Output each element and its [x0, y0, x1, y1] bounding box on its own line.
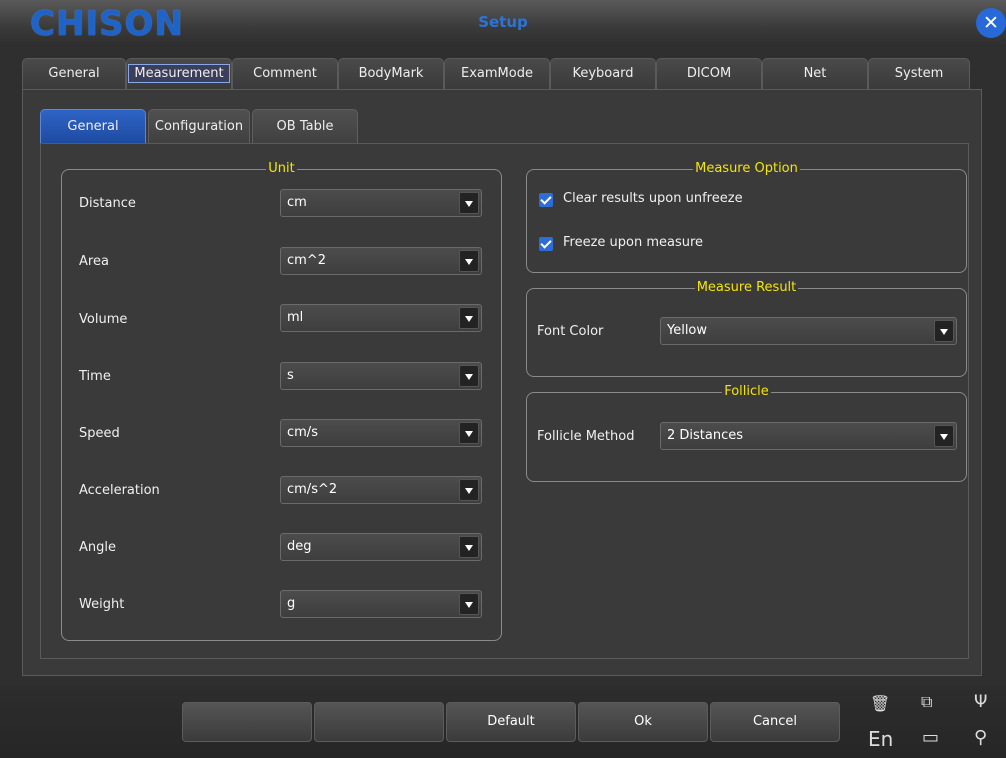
tab-measurement[interactable]: Measurement: [126, 58, 232, 89]
chevron-down-icon: [459, 479, 479, 501]
speed-select[interactable]: cm/s: [280, 419, 482, 447]
freeze-upon-measure-checkbox[interactable]: [539, 237, 553, 251]
font-color-select[interactable]: Yellow: [660, 317, 957, 345]
volume-label: Volume: [79, 312, 128, 327]
language-indicator[interactable]: En: [868, 727, 893, 751]
follicle-method-label: Follicle Method: [537, 429, 635, 444]
tab-keyboard[interactable]: Keyboard: [550, 58, 656, 89]
network-icon[interactable]: ⧉: [921, 692, 932, 712]
area-label: Area: [79, 254, 109, 269]
follicle-title: Follicle: [722, 384, 771, 399]
tab-net[interactable]: Net: [762, 58, 868, 89]
speed-label: Speed: [79, 426, 120, 441]
unit-group: Unit Distance cm Area cm^2 Volume ml Tim…: [61, 161, 502, 641]
tab-general[interactable]: General: [22, 58, 126, 89]
subtab-configuration[interactable]: Configuration: [148, 109, 250, 144]
angle-select[interactable]: deg: [280, 533, 482, 561]
close-icon: ✕: [983, 12, 999, 34]
acceleration-select[interactable]: cm/s^2: [280, 476, 482, 504]
chevron-down-icon: [459, 192, 479, 214]
window-title: Setup: [478, 13, 528, 31]
cancel-button[interactable]: Cancel: [710, 702, 840, 742]
measure-option-group: Measure Option Clear results upon unfree…: [526, 161, 967, 273]
tab-system[interactable]: System: [868, 58, 970, 89]
unit-group-title: Unit: [266, 161, 297, 176]
blank-button-2[interactable]: [314, 702, 444, 742]
chevron-down-icon: [459, 250, 479, 272]
title-bar: CHISON Setup ✕: [0, 0, 1006, 46]
time-select[interactable]: s: [280, 362, 482, 390]
default-button[interactable]: Default: [446, 702, 576, 742]
angle-label: Angle: [79, 540, 116, 555]
distance-select[interactable]: cm: [280, 189, 482, 217]
distance-label: Distance: [79, 196, 136, 211]
area-select[interactable]: cm^2: [280, 247, 482, 275]
general-subpanel: Unit Distance cm Area cm^2 Volume ml Tim…: [40, 143, 969, 659]
chevron-down-icon: [934, 320, 954, 342]
clear-results-checkbox[interactable]: [539, 193, 553, 207]
power-plug-icon[interactable]: ⚲: [974, 727, 987, 748]
chevron-down-icon: [934, 425, 954, 447]
printer-icon[interactable]: ▭: [922, 727, 939, 748]
weight-select[interactable]: g: [280, 590, 482, 618]
measure-result-title: Measure Result: [694, 280, 799, 295]
clear-results-label: Clear results upon unfreeze: [563, 191, 743, 206]
follicle-group: Follicle Follicle Method 2 Distances: [526, 384, 967, 482]
tab-comment[interactable]: Comment: [232, 58, 338, 89]
chevron-down-icon: [459, 307, 479, 329]
tab-bodymark[interactable]: BodyMark: [338, 58, 444, 89]
blank-button-1[interactable]: [182, 702, 312, 742]
time-label: Time: [79, 369, 111, 384]
freeze-upon-measure-label: Freeze upon measure: [563, 235, 704, 250]
measure-result-group: Measure Result Font Color Yellow: [526, 280, 967, 377]
tab-exammode[interactable]: ExamMode: [444, 58, 550, 89]
measure-option-title: Measure Option: [693, 161, 800, 176]
subtab-ob-table[interactable]: OB Table: [252, 109, 358, 144]
font-color-label: Font Color: [537, 324, 604, 339]
tab-dicom[interactable]: DICOM: [656, 58, 762, 89]
subtab-general[interactable]: General: [40, 109, 146, 144]
disk-icon[interactable]: 🗑: [870, 694, 890, 713]
chevron-down-icon: [459, 365, 479, 387]
chevron-down-icon: [459, 536, 479, 558]
usb-icon[interactable]: Ψ: [974, 692, 987, 712]
follicle-method-select[interactable]: 2 Distances: [660, 422, 957, 450]
chevron-down-icon: [459, 422, 479, 444]
weight-label: Weight: [79, 597, 125, 612]
close-button[interactable]: ✕: [976, 8, 1006, 38]
ok-button[interactable]: Ok: [578, 702, 708, 742]
chevron-down-icon: [459, 593, 479, 615]
acceleration-label: Acceleration: [79, 483, 160, 498]
volume-select[interactable]: ml: [280, 304, 482, 332]
